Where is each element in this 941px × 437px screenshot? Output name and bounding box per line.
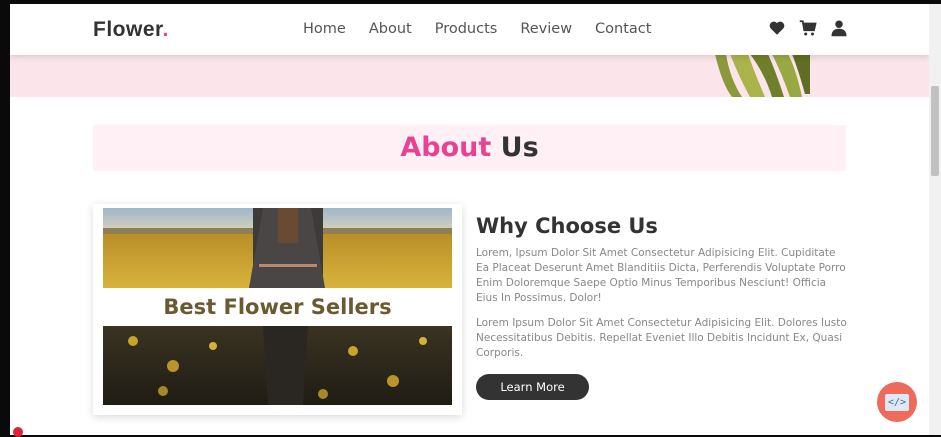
page-scrollbar[interactable] <box>929 4 941 435</box>
code-icon: </> <box>885 394 909 411</box>
page-title: About Us <box>400 132 539 163</box>
main-nav: Home About Products Review Contact <box>303 21 674 37</box>
about-heading: Why Choose Us <box>476 214 658 238</box>
about-paragraph-2: Lorem Ipsum Dolor Sit Amet Consectetur A… <box>476 317 847 359</box>
notification-dot <box>13 427 23 437</box>
nav-about[interactable]: About <box>369 21 412 37</box>
flower-field-image-top <box>103 208 452 288</box>
dev-tools-button[interactable]: </> <box>877 382 917 422</box>
heart-icon[interactable] <box>768 19 786 37</box>
about-image-card: Best Flower Sellers <box>93 204 462 415</box>
nav-products[interactable]: Products <box>435 21 498 37</box>
cart-icon[interactable] <box>799 19 817 37</box>
scrollbar-thumb[interactable] <box>931 86 939 176</box>
user-icon[interactable] <box>830 19 848 37</box>
section-title-band: About Us <box>93 125 846 171</box>
nav-review[interactable]: Review <box>520 21 572 37</box>
card-caption: Best Flower Sellers <box>163 295 392 319</box>
nav-home[interactable]: Home <box>303 21 346 37</box>
hero-flower-stems <box>710 54 810 97</box>
browser-viewport: Flower. Home About Products Review Conta… <box>10 4 929 435</box>
brand-logo[interactable]: Flower. <box>93 18 169 42</box>
learn-more-button[interactable]: Learn More <box>476 374 589 400</box>
nav-contact[interactable]: Contact <box>595 21 651 37</box>
about-content: Why Choose Us Lorem, Ipsum Dolor Sit Ame… <box>476 214 848 400</box>
about-paragraph-1: Lorem, Ipsum Dolor Sit Amet Consectetur … <box>476 247 846 304</box>
flower-field-image-bottom <box>103 326 452 405</box>
header-icons <box>768 19 848 37</box>
site-header: Flower. Home About Products Review Conta… <box>10 4 929 55</box>
